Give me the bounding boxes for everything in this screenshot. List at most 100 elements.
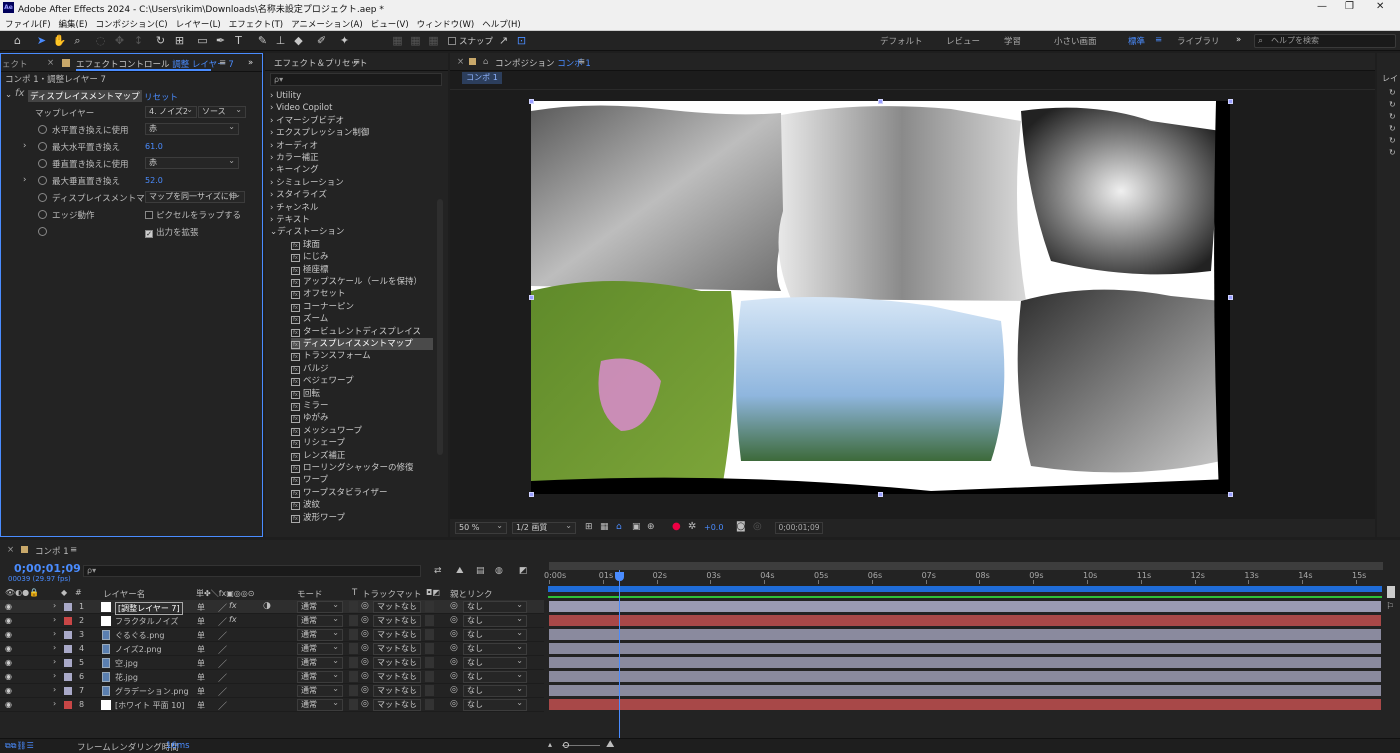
layer-duration-bar[interactable] xyxy=(549,629,1381,640)
effect-category[interactable]: › スタイライズ xyxy=(270,189,327,201)
effect-item[interactable]: fx 回転 xyxy=(291,388,320,400)
orbit-camera-icon[interactable]: ◌ xyxy=(93,33,108,48)
stopwatch-icon[interactable] xyxy=(38,176,47,185)
effect-name[interactable]: ディスプレイスメントマップ xyxy=(28,90,142,102)
av-features-icons[interactable]: 👁◐●🔒 xyxy=(5,588,39,597)
close-icon[interactable]: × xyxy=(457,57,464,67)
snap-grid-icon[interactable]: ⊡ xyxy=(514,33,529,48)
show-snapshot-icon[interactable]: ◎ xyxy=(753,521,762,532)
effect-category[interactable]: › Utility xyxy=(270,90,301,102)
home-icon[interactable]: ⌂ xyxy=(10,33,25,48)
zoom-out-icon[interactable]: ▴ xyxy=(548,740,552,749)
effect-item[interactable]: fx バルジ xyxy=(291,363,329,375)
effect-item[interactable]: fx コーナーピン xyxy=(291,301,354,313)
side-panel-tab[interactable]: レイ xyxy=(1382,73,1398,84)
map-layer-source-dropdown[interactable]: ソース xyxy=(198,105,246,118)
expand-arrow-icon[interactable]: › xyxy=(270,128,273,138)
pan-camera-icon[interactable]: ✥ xyxy=(112,33,127,48)
local-axis-icon[interactable]: ▦ xyxy=(390,33,405,48)
zoom-in-icon[interactable]: ⛰ xyxy=(606,739,614,750)
timeline-end-marker[interactable] xyxy=(1387,586,1395,598)
layer-duration-bar[interactable] xyxy=(549,601,1381,612)
menu-effect[interactable]: エフェクト(T) xyxy=(224,16,286,30)
effect-item[interactable]: fx メッシュワープ xyxy=(291,425,362,437)
max-vertical-value[interactable]: 52.0 xyxy=(145,176,163,185)
layer-duration-bar[interactable] xyxy=(549,643,1381,654)
stopwatch-icon[interactable] xyxy=(38,193,47,202)
effect-item[interactable]: fx ズーム xyxy=(291,313,328,325)
expand-output-checkbox[interactable]: ✓ 出力を拡張 xyxy=(145,226,199,238)
selection-tool-icon[interactable]: ➤ xyxy=(34,33,49,48)
effect-item[interactable]: fx ゆがみ xyxy=(291,412,329,424)
hand-tool-icon[interactable]: ✋ xyxy=(52,33,67,48)
effect-item[interactable]: fx オフセット xyxy=(291,288,346,300)
comp-flowchart-tab[interactable]: コンポ 1 xyxy=(462,72,502,84)
grid-icon[interactable]: ⊞ xyxy=(585,522,593,532)
transparency-grid-icon[interactable]: ▦ xyxy=(600,522,609,532)
track-matte-header[interactable]: トラックマット xyxy=(362,588,422,600)
effect-category[interactable]: › カラー補正 xyxy=(270,152,319,164)
expand-arrow-icon[interactable]: › xyxy=(270,178,273,188)
expand-arrow-icon[interactable]: › xyxy=(270,91,273,101)
tab-composition[interactable]: コンポジション コンポ 1 xyxy=(495,57,591,69)
effect-category[interactable]: › シミュレーション xyxy=(270,177,344,189)
wrap-pixels-checkbox[interactable]: ピクセルをラップする xyxy=(145,209,241,221)
frame-blending-icon[interactable]: ◍ xyxy=(495,566,503,576)
minimize-button[interactable]: — xyxy=(1317,1,1327,12)
help-search-input[interactable]: ⌕ ヘルプを検索 xyxy=(1254,34,1396,48)
transform-handle[interactable] xyxy=(529,492,534,497)
puppet-tool-icon[interactable]: ✦ xyxy=(337,33,352,48)
effect-item[interactable]: fx にじみ xyxy=(291,251,329,263)
expand-arrow-icon[interactable]: › xyxy=(23,175,26,185)
roto-brush-tool-icon[interactable]: ✐ xyxy=(314,33,329,48)
effect-category[interactable]: › テキスト xyxy=(270,214,310,226)
effect-category[interactable]: › チャンネル xyxy=(270,202,318,214)
effect-item[interactable]: fx 球面 xyxy=(291,239,320,251)
transform-handle[interactable] xyxy=(529,295,534,300)
panel-menu-icon[interactable]: ≡ xyxy=(219,58,226,68)
expand-arrow-icon[interactable]: › xyxy=(270,103,273,113)
composition-canvas[interactable] xyxy=(531,101,1230,494)
snapshot-icon[interactable]: ◙ xyxy=(736,521,746,532)
fx-icon[interactable]: fx xyxy=(15,88,24,99)
expand-arrow-icon[interactable]: › xyxy=(270,190,273,200)
layer-duration-bar[interactable] xyxy=(549,657,1381,668)
view-axis-icon[interactable]: ▦ xyxy=(426,33,441,48)
effect-item[interactable]: fx ディスプレイスメントマップ xyxy=(291,338,433,350)
transform-handle[interactable] xyxy=(1228,99,1233,104)
panel-menu-icon[interactable]: ≡ xyxy=(70,545,77,555)
brush-tool-icon[interactable]: ✎ xyxy=(255,33,270,48)
menu-help[interactable]: ヘルプ(H) xyxy=(477,16,524,30)
pen-tool-icon[interactable]: ✒ xyxy=(213,33,228,48)
current-timecode[interactable]: 0;00;01;09 xyxy=(14,562,81,575)
layer-duration-bar[interactable] xyxy=(549,671,1381,682)
transform-handle[interactable] xyxy=(878,99,883,104)
effects-search-input[interactable]: ρ▾ xyxy=(270,73,442,86)
expand-arrow-icon[interactable]: › xyxy=(270,141,273,151)
resolution-dropdown[interactable]: 1/2 画質 xyxy=(512,521,576,534)
workspace-menu-icon[interactable]: ≡ xyxy=(1155,35,1162,45)
stopwatch-icon[interactable] xyxy=(38,227,47,236)
effect-item[interactable]: fx レンズ補正 xyxy=(291,450,345,462)
matte-icons[interactable]: ◘◩ xyxy=(426,588,440,597)
effect-item[interactable]: fx 波形ワープ xyxy=(291,512,345,524)
tab-effects-fragment[interactable]: ェクト xyxy=(2,58,28,70)
effect-item[interactable]: fx アップスケール（ールを保持） xyxy=(291,276,422,288)
time-navigator-bar[interactable] xyxy=(549,562,1383,570)
effect-category[interactable]: › イマーシブビデオ xyxy=(270,115,344,127)
color-channel-icon[interactable]: ● xyxy=(672,521,681,532)
reset-link[interactable]: リセット xyxy=(144,91,178,103)
footer-toggle-icons[interactable]: ⧉⧉⛓☰ xyxy=(5,741,34,751)
transform-handle[interactable] xyxy=(1228,492,1233,497)
magnification-dropdown[interactable]: 50 % xyxy=(455,521,507,534)
close-button[interactable]: ✕ xyxy=(1376,1,1384,12)
effect-item[interactable]: fx 極座標 xyxy=(291,264,329,276)
stopwatch-icon[interactable] xyxy=(38,159,47,168)
transform-handle[interactable] xyxy=(878,492,883,497)
label-header-icon[interactable]: ◆ xyxy=(61,588,67,597)
comp-timecode[interactable]: 0;00;01;09 xyxy=(775,522,823,534)
zoom-tool-icon[interactable]: ⌕ xyxy=(70,33,85,48)
effect-item[interactable]: fx リシェープ xyxy=(291,437,345,449)
workspace-small-screen[interactable]: 小さい画面 xyxy=(1054,35,1097,47)
expand-arrow-icon[interactable]: › xyxy=(270,165,273,175)
